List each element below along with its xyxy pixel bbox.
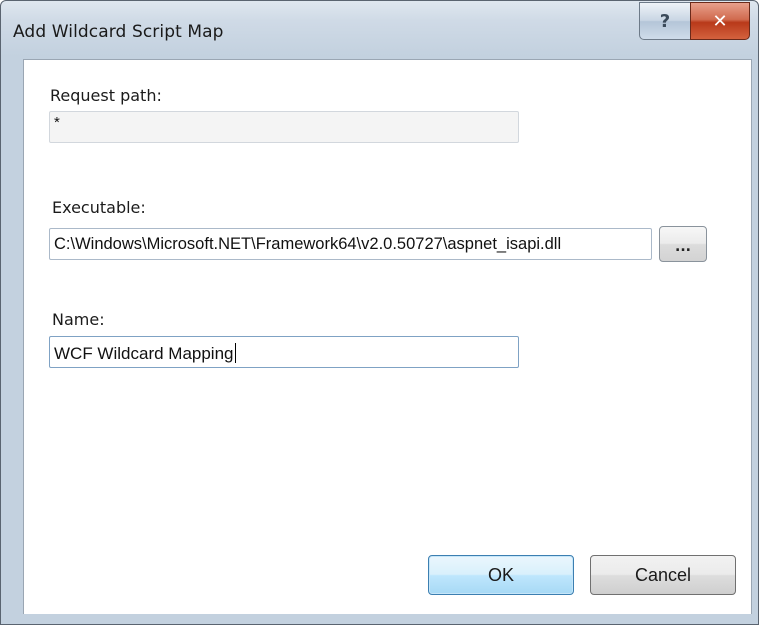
browse-button[interactable]: ... [659,226,707,262]
name-label: Name: [52,310,105,329]
window-title: Add Wildcard Script Map [13,22,224,42]
ok-button[interactable]: OK [428,555,574,595]
name-value: WCF Wildcard Mapping [54,344,234,363]
cancel-button[interactable]: Cancel [590,555,736,595]
browse-button-label: ... [675,239,691,255]
request-path-value: * [54,114,60,131]
help-button[interactable]: ? [639,2,691,40]
name-input[interactable]: WCF Wildcard Mapping [49,336,519,368]
dialog-window: Add Wildcard Script Map ? ✕ Request path… [0,0,759,625]
help-icon: ? [659,10,671,32]
executable-label: Executable: [52,198,146,217]
window-bottom-border [1,614,758,624]
close-icon: ✕ [712,10,728,32]
title-bar[interactable]: Add Wildcard Script Map ? ✕ [1,1,758,59]
cancel-button-label: Cancel [634,564,692,585]
text-cursor [234,343,236,363]
close-button[interactable]: ✕ [690,2,750,40]
executable-input[interactable]: C:\Windows\Microsoft.NET\Framework64\v2.… [49,228,652,260]
dialog-content: Request path: * Executable: C:\Windows\M… [23,59,752,616]
ok-button-label: OK [487,564,514,585]
request-path-label: Request path: [50,86,162,105]
executable-value: C:\Windows\Microsoft.NET\Framework64\v2.… [54,235,562,253]
request-path-field: * [49,111,519,143]
